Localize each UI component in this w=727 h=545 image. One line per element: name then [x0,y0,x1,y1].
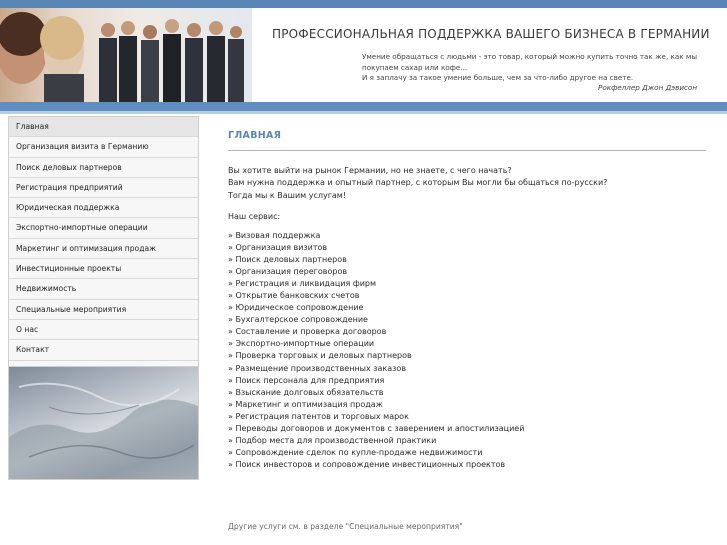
quote-line: Умение обращаться с людьми - это товар, … [362,52,697,61]
top-accent-line [0,0,727,8]
service-item: » Поиск персонала для предприятия [228,375,385,385]
sidebar-item-export-import[interactable]: Экспортно-импортные операции [9,218,198,239]
quote-line: И я заплачу за такое умение больше, чем … [362,73,634,82]
service-item: » Бухгалтерское сопровождение [228,315,368,325]
sidebar-item-marketing[interactable]: Маркетинг и оптимизация продаж [9,238,198,260]
service-item: » Сопровождение сделок по купле-продаже … [228,447,483,457]
service-item: » Регистрация и ликвидация фирм [228,279,377,289]
service-item: » Организация визитов [228,243,328,253]
header-quote: Умение обращаться с людьми - это товар, … [362,52,718,84]
header-team-photo [0,8,252,102]
service-item: » Переводы договоров и документов с заве… [228,423,525,433]
main-content: ГЛАВНАЯ [228,130,708,141]
service-item: » Проверка торговых и деловых партнеров [228,351,412,361]
sidebar-map-image [8,366,199,480]
sidebar-item-contact[interactable]: Контакт [9,340,198,361]
content-heading: ГЛАВНАЯ [228,130,282,141]
intro-line: Вам нужна поддержка и опытный партнер, с… [228,178,608,188]
intro-text: Вы хотите выйти на рынок Германии, но не… [228,165,708,202]
service-item: » Организация переговоров [228,267,348,277]
sidebar-item-real-estate[interactable]: Недвижимость [9,279,198,300]
sidebar-item-about[interactable]: О нас [9,319,198,341]
services-label: Наш сервис: [228,212,281,221]
page-title: ПРОФЕССИОНАЛЬНАЯ ПОДДЕРЖКА ВАШЕГО БИЗНЕС… [272,27,710,41]
heading-rule [228,150,706,151]
intro-line: Тогда мы к Вашим услугам! [228,190,347,200]
sidebar-item-company-registration[interactable]: Регистрация предприятий [9,177,198,199]
service-item: » Размещение производственных заказов [228,363,407,373]
sidebar-item-home[interactable]: Главная [9,117,198,138]
other-services-note: Другие услуги см. в разделе "Специальные… [228,522,463,531]
service-item: » Составление и проверка договоров [228,327,387,337]
service-item: » Открытие банковских счетов [228,291,360,301]
sidebar-item-partner-search[interactable]: Поиск деловых партнеров [9,157,198,178]
service-item: » Экспортно-импортные операции [228,339,375,349]
service-item: » Маркетинг и оптимизация продаж [228,399,383,409]
sidebar-item-visit-organization[interactable]: Организация визита в Германию [9,137,198,158]
service-item: » Юридическое сопровождение [228,303,364,313]
sidebar-item-investment[interactable]: Инвестиционные проекты [9,259,198,280]
sidebar-item-special-events[interactable]: Специальные мероприятия [9,299,198,320]
sidebar-item-legal-support[interactable]: Юридическая поддержка [9,198,198,219]
header-divider-light [0,111,727,114]
services-list: » Визовая поддержка » Организация визито… [228,230,708,471]
service-item: » Взыскание долговых обязательств [228,387,384,397]
service-item: » Визовая поддержка [228,231,321,240]
quote-line: покупаем сахар или кофе... [362,62,468,72]
service-item: » Подбор места для производственной прак… [228,435,437,445]
header-divider-bar [0,102,727,111]
service-item: » Регистрация патентов и торговых марок [228,411,409,421]
service-item: » Поиск деловых партнеров [228,255,347,265]
intro-line: Вы хотите выйти на рынок Германии, но не… [228,166,512,175]
quote-author: Рокфеллер Джон Дэвисон [598,83,698,92]
service-item: » Поиск инвесторов и сопровождение инвес… [228,459,506,469]
sidebar-menu: Главная Организация визита в Германию По… [9,117,198,361]
